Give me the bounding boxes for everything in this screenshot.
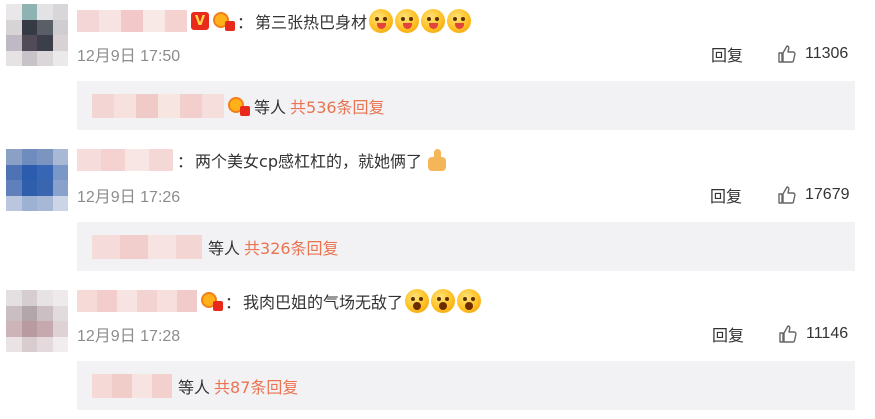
reply-thread-preview[interactable]: 等人 共536条回复 [77, 81, 855, 130]
others-label: 等人 [254, 97, 287, 117]
like-count: 17679 [805, 186, 850, 203]
comment-item: ： 我肉巴姐的气场无敌了 12月9日 17:28 回复 11146 等人 共87… [0, 280, 875, 419]
reply-thread-preview[interactable]: 等人 共326条回复 [77, 222, 855, 271]
comment-time: 12月9日 17:28 [77, 328, 181, 345]
reply-button[interactable]: 回复 [710, 183, 742, 207]
username[interactable] [77, 10, 187, 32]
reply-button[interactable]: 回复 [712, 322, 744, 346]
reply-thread-preview[interactable]: 等人 共87条回复 [77, 361, 855, 410]
comment-text: 第三张热巴身材 [255, 13, 368, 32]
shocked-emoji [405, 289, 430, 313]
shocked-emoji [457, 289, 482, 313]
others-label: 等人 [178, 377, 211, 397]
like-count: 11146 [806, 325, 849, 342]
separator-colon: ： [177, 152, 194, 171]
fan-medal-icon [228, 96, 250, 116]
separator-colon: ： [237, 13, 254, 32]
others-label: 等人 [208, 238, 241, 258]
username[interactable] [77, 149, 173, 171]
reply-usernames[interactable] [92, 234, 202, 259]
like-button[interactable]: 17679 [777, 185, 850, 205]
thumbs-up-outline-icon [779, 325, 797, 343]
thumbs-up-outline-icon [778, 45, 796, 63]
total-replies-link[interactable]: 共536条回复 [290, 94, 385, 118]
total-replies-link[interactable]: 共87条回复 [214, 374, 298, 398]
avatar[interactable] [6, 149, 68, 211]
comment-item: V ： 第三张热巴身材 12月9日 17:50 回复 11306 等人 共536… [0, 0, 875, 140]
tongue-emoji [369, 9, 394, 33]
comment-time: 12月9日 17:26 [77, 189, 181, 206]
like-button[interactable]: 11306 [777, 44, 848, 64]
tongue-emoji [421, 9, 446, 33]
separator-colon: ： [225, 293, 242, 312]
tongue-emoji [395, 9, 420, 33]
comment-text: 两个美女cp感杠杠的，就她俩了 [195, 152, 422, 171]
like-count: 11306 [805, 45, 849, 62]
reply-button[interactable]: 回复 [711, 42, 743, 66]
tongue-emoji [447, 9, 472, 33]
username[interactable] [77, 290, 197, 312]
vip-v-icon: V [191, 12, 209, 30]
like-button[interactable]: 11146 [778, 324, 848, 344]
fan-medal-icon[interactable] [213, 11, 235, 31]
thumbs-up-outline-icon [778, 186, 796, 204]
fan-medal-icon[interactable] [201, 291, 223, 311]
comment-text: 我肉巴姐的气场无敌了 [243, 293, 404, 312]
total-replies-link[interactable]: 共326条回复 [244, 235, 339, 259]
reply-usernames[interactable] [92, 93, 224, 118]
shocked-emoji [431, 289, 456, 313]
comment-time: 12月9日 17:50 [77, 48, 181, 65]
comment-item: ： 两个美女cp感杠杠的，就她俩了 12月9日 17:26 回复 17679 等… [0, 140, 875, 280]
thumbs-up-emoji [426, 148, 448, 172]
avatar[interactable] [6, 290, 68, 352]
avatar[interactable] [6, 4, 68, 66]
reply-usernames[interactable] [92, 373, 172, 398]
